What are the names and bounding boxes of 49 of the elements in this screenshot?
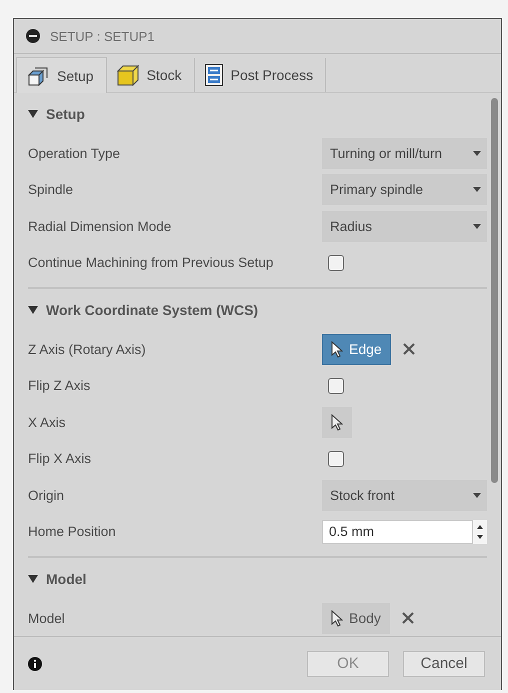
- field-label: Spindle: [28, 182, 74, 198]
- scrollbar-thumb[interactable]: [490, 98, 498, 483]
- dialog-button[interactable]: Cancel: [403, 650, 485, 676]
- info-icon[interactable]: [28, 656, 42, 670]
- field-label: Flip Z Axis: [28, 378, 92, 394]
- tab[interactable]: Post Process: [194, 58, 326, 92]
- select-button[interactable]: [322, 406, 352, 438]
- collapse-icon[interactable]: [26, 29, 40, 43]
- pointer-icon: [331, 610, 343, 627]
- field-label: Z Axis (Rotary Axis): [28, 342, 147, 357]
- dropdown[interactable]: Radius: [322, 210, 487, 242]
- field-label: Radial Dimension Mode: [28, 218, 172, 234]
- triangle-icon: [28, 110, 38, 118]
- checkbox[interactable]: [328, 378, 344, 394]
- tab[interactable]: Stock: [106, 58, 195, 92]
- dropdown-caret-icon: [473, 187, 481, 192]
- cube-icon: [27, 66, 49, 86]
- tab[interactable]: Setup: [16, 57, 107, 93]
- close-icon[interactable]: [402, 343, 415, 356]
- checkbox[interactable]: [328, 450, 344, 467]
- field-label: Model: [28, 610, 66, 626]
- cube-icon: [116, 64, 139, 86]
- dropdown-caret-icon: [473, 492, 481, 498]
- field-label: Operation Type: [28, 146, 122, 161]
- dropdown[interactable]: Primary spindle: [322, 174, 487, 206]
- dropdown[interactable]: Stock front: [322, 480, 487, 511]
- field-label: Continue Machining from Previous Setup: [28, 255, 274, 270]
- close-icon[interactable]: [402, 612, 414, 624]
- field-label: Home Position: [28, 524, 117, 540]
- pointer-icon: [331, 414, 343, 431]
- select-button[interactable]: Edge: [322, 334, 391, 365]
- checkbox[interactable]: [328, 254, 344, 271]
- field-label: Origin: [28, 488, 66, 503]
- triangle-icon: [28, 575, 38, 583]
- number-field[interactable]: 0.5 mm: [322, 520, 473, 544]
- field-label: Flip X Axis: [28, 451, 92, 466]
- section-header[interactable]: Work Coordinate System (WCS): [28, 289, 487, 331]
- section-header[interactable]: Setup: [28, 93, 487, 135]
- pointer-icon: [331, 340, 343, 358]
- dropdown-caret-icon: [473, 224, 481, 229]
- field-label: X Axis: [28, 414, 67, 430]
- dropdown-caret-icon: [473, 150, 481, 156]
- dialog-title: SETUP : SETUP1: [50, 28, 155, 44]
- select-button[interactable]: Body: [322, 602, 390, 634]
- section-header[interactable]: Model: [28, 558, 487, 600]
- code-panel-icon: [204, 64, 223, 86]
- dropdown[interactable]: Turning or mill/turn: [322, 138, 487, 169]
- spinner-icon[interactable]: [477, 522, 483, 541]
- triangle-icon: [28, 306, 38, 314]
